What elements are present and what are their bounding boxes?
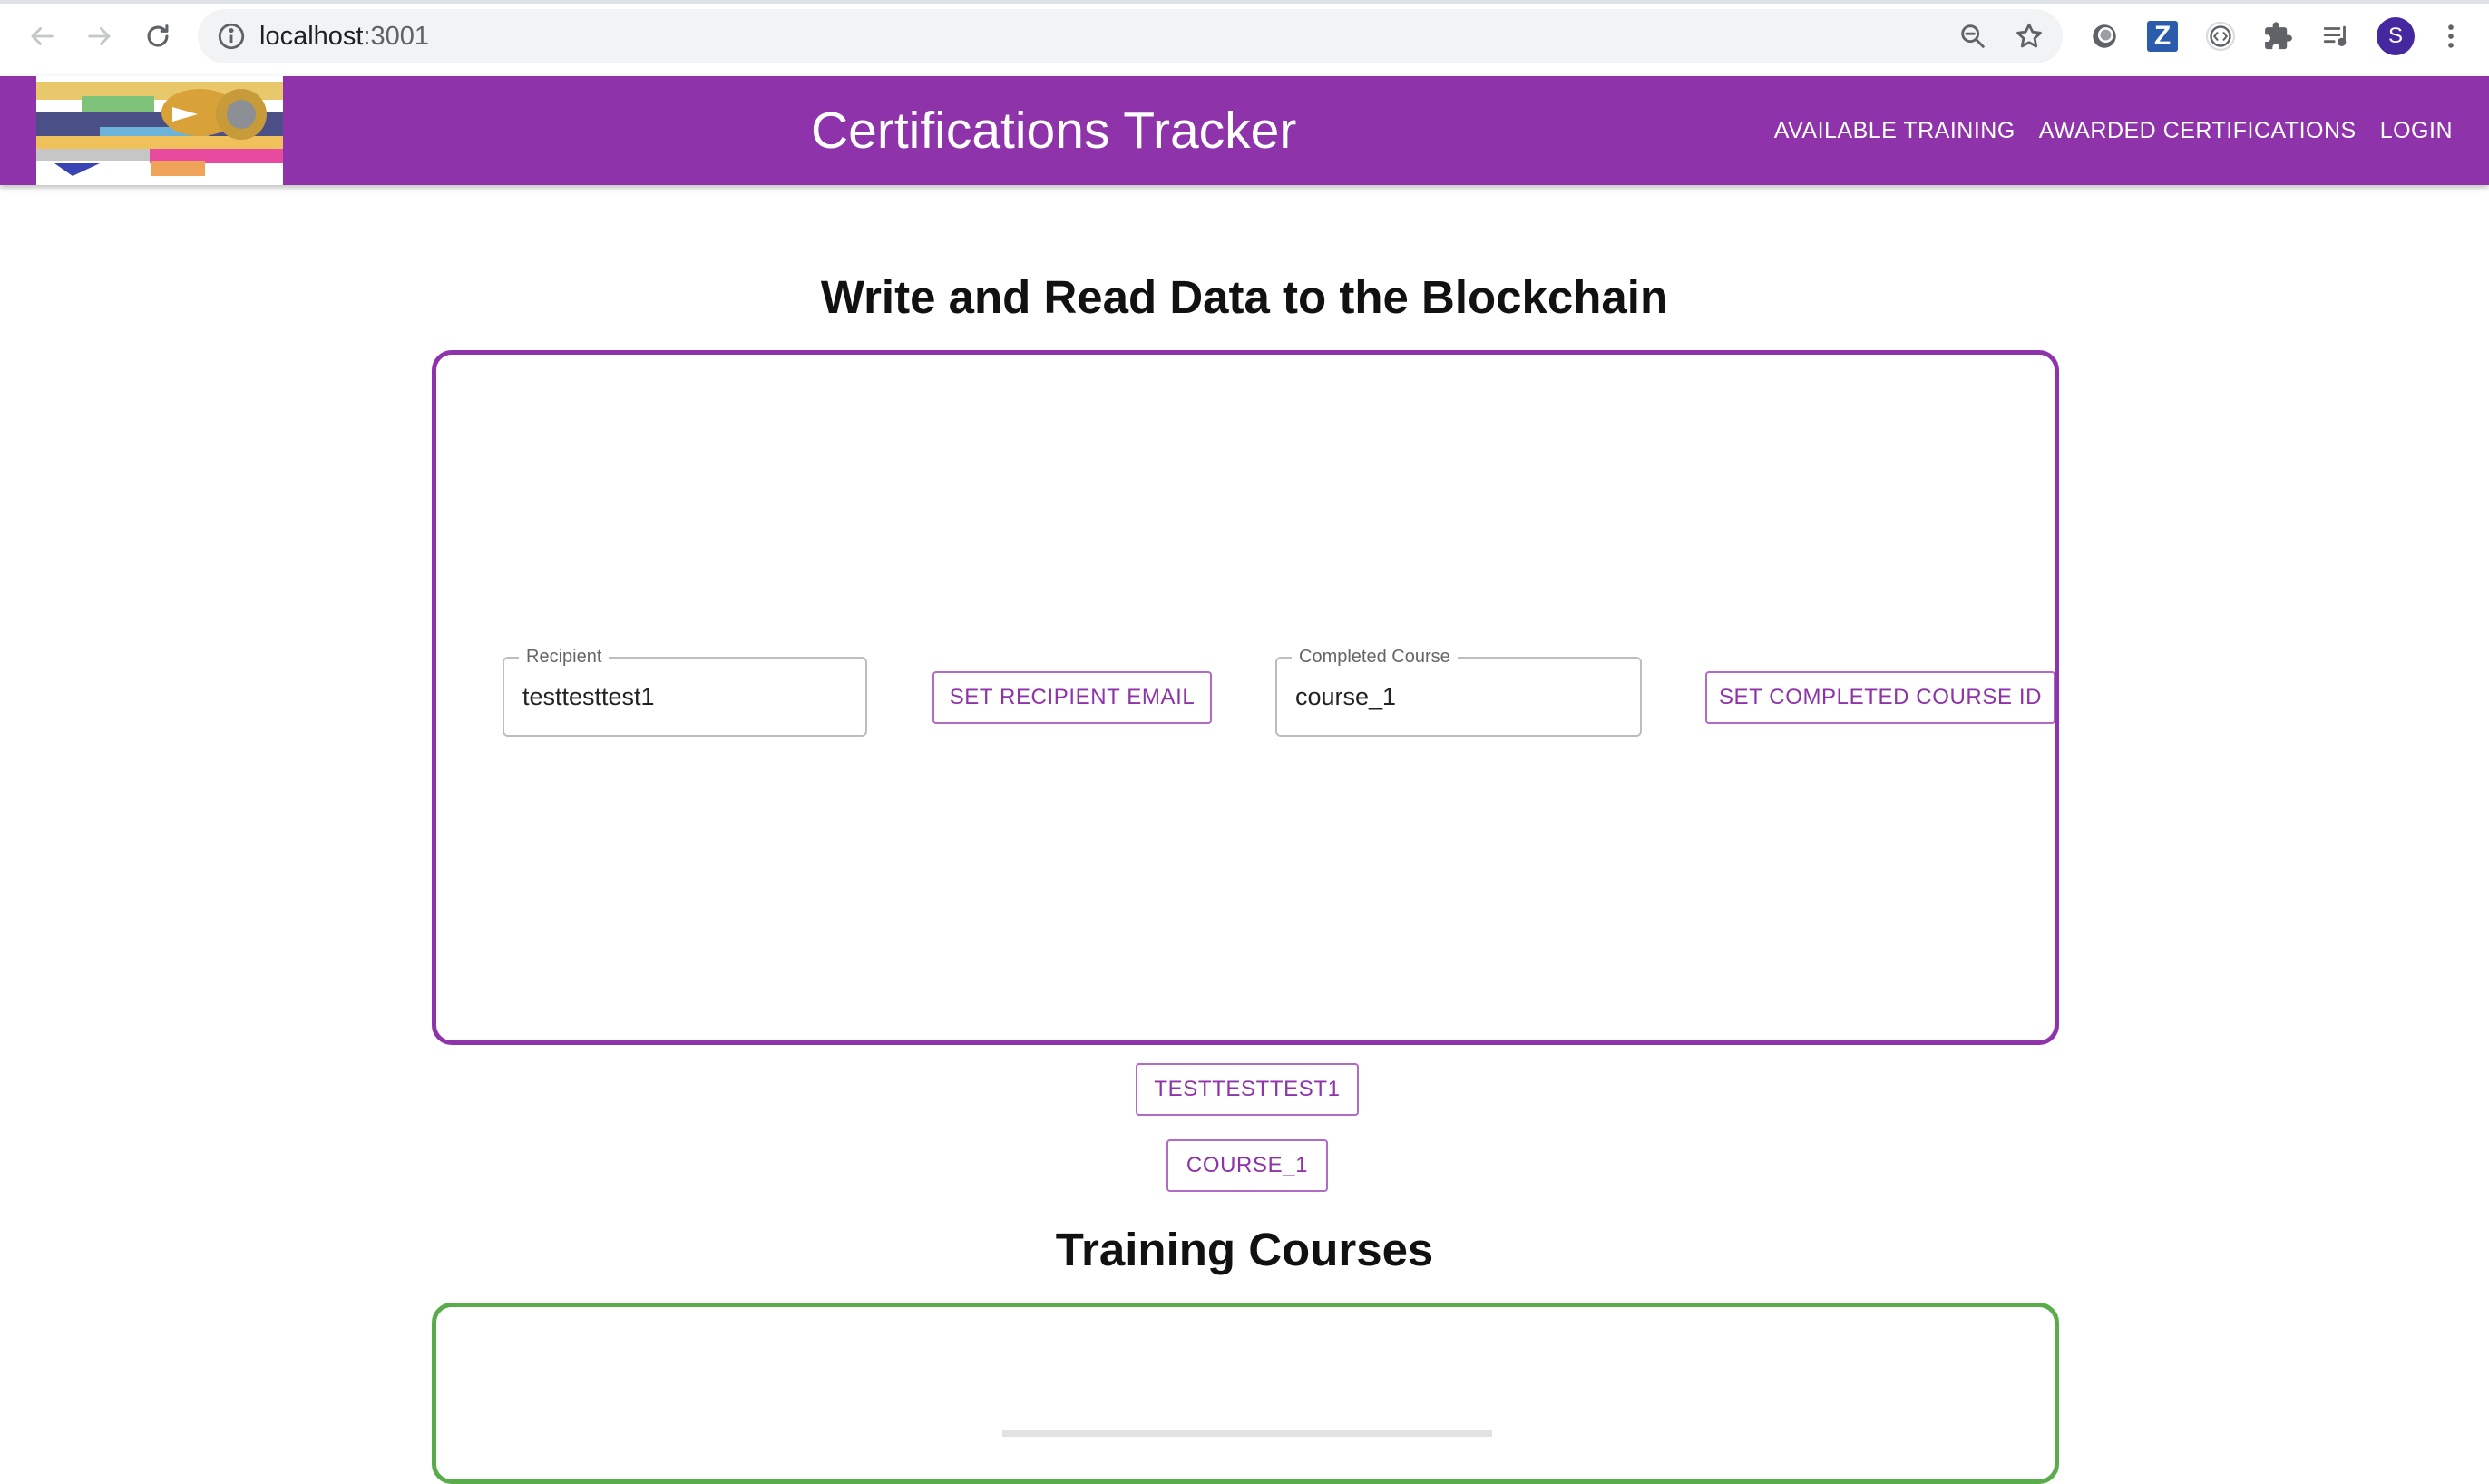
url-text[interactable]: localhost:3001	[259, 21, 429, 52]
tab-strip-edge	[0, 0, 2489, 4]
nav-login[interactable]: LOGIN	[2380, 112, 2453, 149]
training-courses-heading: Training Courses	[1055, 1224, 1434, 1275]
forward-button[interactable]	[80, 16, 120, 56]
training-courses-panel	[432, 1303, 2059, 1484]
recipient-input[interactable]	[522, 679, 847, 715]
browser-toolbar: localhost:3001 Z S	[0, 0, 2489, 73]
completed-course-label: Completed Course	[1292, 646, 1458, 668]
code-extension-icon[interactable]	[2202, 18, 2239, 54]
logo-image	[36, 76, 283, 185]
reload-button[interactable]	[138, 16, 178, 56]
completed-course-field[interactable]: Completed Course	[1275, 646, 1642, 737]
address-bar[interactable]: localhost:3001	[198, 9, 2063, 63]
nav-awarded-certifications[interactable]: AWARDED CERTIFICATIONS	[2039, 112, 2357, 149]
set-recipient-email-button[interactable]: SET RECIPIENT EMAIL	[932, 671, 1212, 724]
app-title: Certifications Tracker	[811, 102, 1297, 160]
app-logo[interactable]	[36, 76, 283, 185]
zotero-extension-icon[interactable]: Z	[2144, 18, 2181, 54]
url-host: localhost	[259, 22, 364, 51]
blockchain-heading: Write and Read Data to the Blockchain	[820, 271, 1669, 323]
media-queue-icon[interactable]	[2318, 18, 2355, 54]
url-port: :3001	[363, 22, 430, 51]
recipient-field[interactable]: Recipient	[503, 646, 867, 737]
read-course-button[interactable]: COURSE_1	[1166, 1139, 1328, 1192]
back-button[interactable]	[22, 16, 62, 56]
bookmark-star-icon[interactable]	[2014, 21, 2045, 52]
back-arrow-icon	[31, 27, 54, 45]
profile-avatar[interactable]: S	[2377, 17, 2415, 55]
forward-arrow-icon	[88, 27, 111, 45]
reload-icon	[147, 24, 169, 47]
browser-menu-icon[interactable]	[2433, 18, 2469, 54]
header-nav: AVAILABLE TRAINING AWARDED CERTIFICATION…	[1774, 112, 2453, 149]
zoom-icon[interactable]	[1957, 21, 1988, 52]
extension-circle-icon[interactable]	[2086, 18, 2123, 54]
app-header: Certifications Tracker AVAILABLE TRAININ…	[0, 76, 2489, 185]
training-panel-scrollbar[interactable]	[1002, 1430, 1492, 1437]
set-completed-course-id-button[interactable]: SET COMPLETED COURSE ID	[1705, 671, 2055, 724]
read-recipient-button[interactable]: TESTTESTTEST1	[1136, 1063, 1359, 1116]
completed-course-input[interactable]	[1295, 679, 1622, 715]
nav-available-training[interactable]: AVAILABLE TRAINING	[1774, 112, 2016, 149]
site-info-icon[interactable]	[216, 21, 247, 52]
recipient-label: Recipient	[519, 646, 610, 668]
puzzle-extensions-icon[interactable]	[2260, 18, 2297, 54]
profile-initial: S	[2387, 24, 2403, 48]
